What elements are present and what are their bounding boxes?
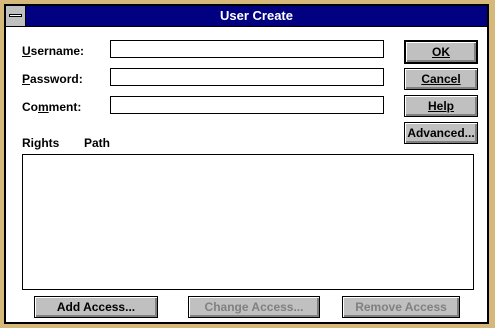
username-label: Username:: [22, 44, 85, 58]
window-title: User Create: [220, 8, 293, 23]
cancel-button-label: Cancel: [421, 72, 461, 86]
comment-field[interactable]: [110, 96, 384, 114]
help-button[interactable]: Help: [404, 95, 478, 117]
advanced-button-label: Advanced...: [407, 126, 475, 140]
advanced-button[interactable]: Advanced...: [404, 122, 478, 144]
add-access-button-label: Add Access...: [56, 300, 136, 314]
password-field[interactable]: [110, 68, 384, 86]
username-input[interactable]: [111, 42, 383, 58]
cancel-button[interactable]: Cancel: [404, 68, 478, 90]
system-menu-icon[interactable]: [6, 6, 26, 26]
change-access-button-label: Change Access...: [204, 300, 304, 314]
comment-input[interactable]: [111, 98, 383, 114]
remove-access-button[interactable]: Remove Access: [342, 296, 460, 318]
help-button-label: Help: [427, 99, 454, 113]
rights-path-list[interactable]: [22, 154, 474, 290]
password-label: Password:: [22, 72, 83, 86]
user-create-dialog: User Create Username: Password: Comment:…: [4, 4, 489, 324]
rights-column-header: Rights: [22, 136, 60, 150]
path-column-header: Path: [84, 136, 111, 150]
add-access-button[interactable]: Add Access...: [34, 296, 158, 318]
change-access-button[interactable]: Change Access...: [188, 296, 320, 318]
remove-access-button-label: Remove Access: [355, 300, 447, 314]
ok-button[interactable]: OK: [404, 40, 478, 64]
title-bar[interactable]: User Create: [6, 6, 487, 27]
username-label-text: sername:: [30, 44, 85, 58]
ok-button-label: OK: [432, 45, 450, 59]
comment-label: Comment:: [22, 100, 82, 114]
password-label-text: assword:: [30, 72, 83, 86]
username-field[interactable]: [110, 40, 384, 58]
password-input[interactable]: [111, 70, 383, 86]
comment-label-text: ment:: [48, 100, 82, 114]
